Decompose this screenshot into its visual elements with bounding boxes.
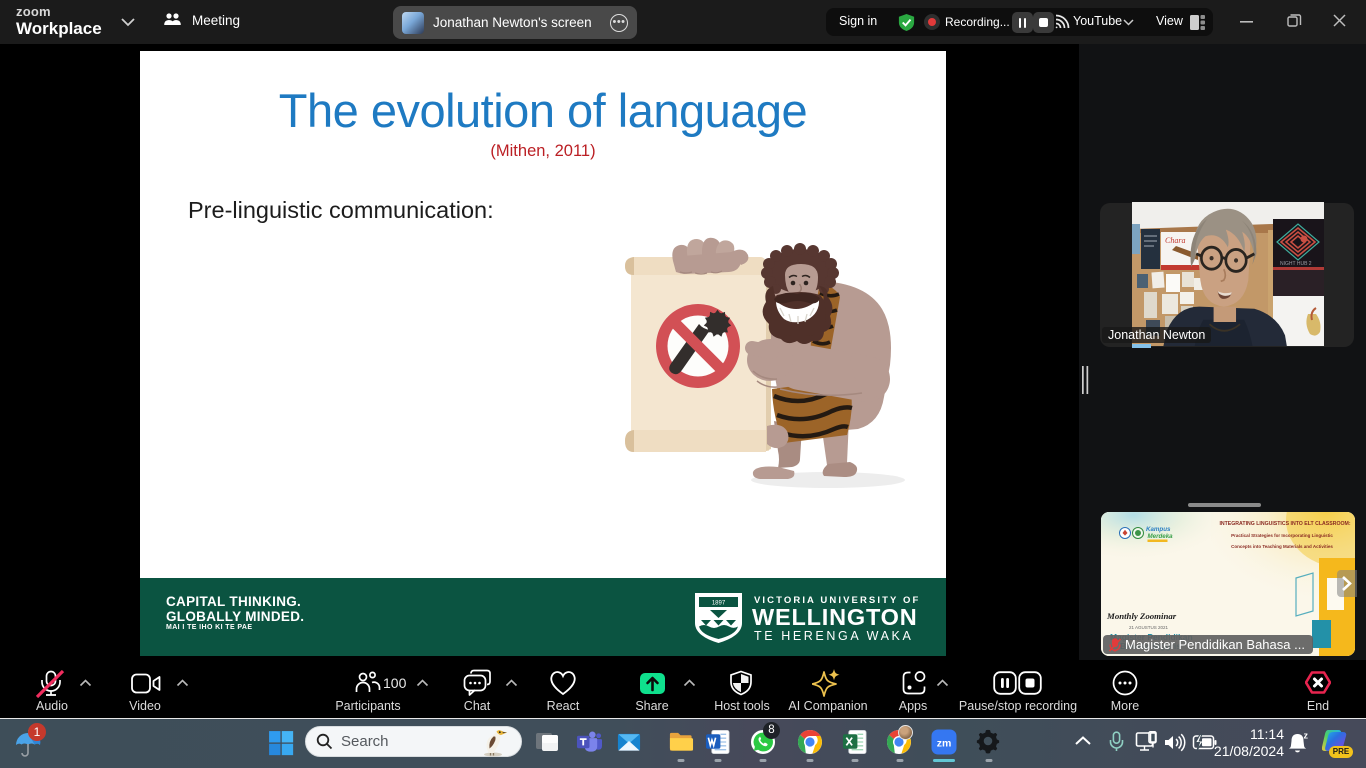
svg-text:z: z xyxy=(1304,731,1309,741)
svg-text:Kampus: Kampus xyxy=(1146,526,1171,533)
svg-text:TE HERENGA WAKA: TE HERENGA WAKA xyxy=(754,629,913,643)
svg-text:Practical Strategies for Incor: Practical Strategies for Incorporating L… xyxy=(1231,533,1333,538)
svg-text:Chara: Chara xyxy=(1165,236,1185,245)
svg-text:21 AGUSTUS 2021: 21 AGUSTUS 2021 xyxy=(1129,625,1169,630)
svg-text:Monthly Zoominar: Monthly Zoominar xyxy=(1106,611,1177,621)
svg-text:1897: 1897 xyxy=(712,601,726,607)
svg-text:Merdeka: Merdeka xyxy=(1148,533,1174,540)
svg-text:Concepts into Teaching Materia: Concepts into Teaching Materials and Act… xyxy=(1231,544,1333,549)
svg-text:WELLINGTON: WELLINGTON xyxy=(752,604,918,630)
svg-text:NIGHT HUB 2: NIGHT HUB 2 xyxy=(1280,261,1312,267)
svg-text:INTEGRATING LINGUISTICS INTO E: INTEGRATING LINGUISTICS INTO ELT CLASSRO… xyxy=(1219,521,1350,527)
svg-text:zm: zm xyxy=(937,738,952,750)
